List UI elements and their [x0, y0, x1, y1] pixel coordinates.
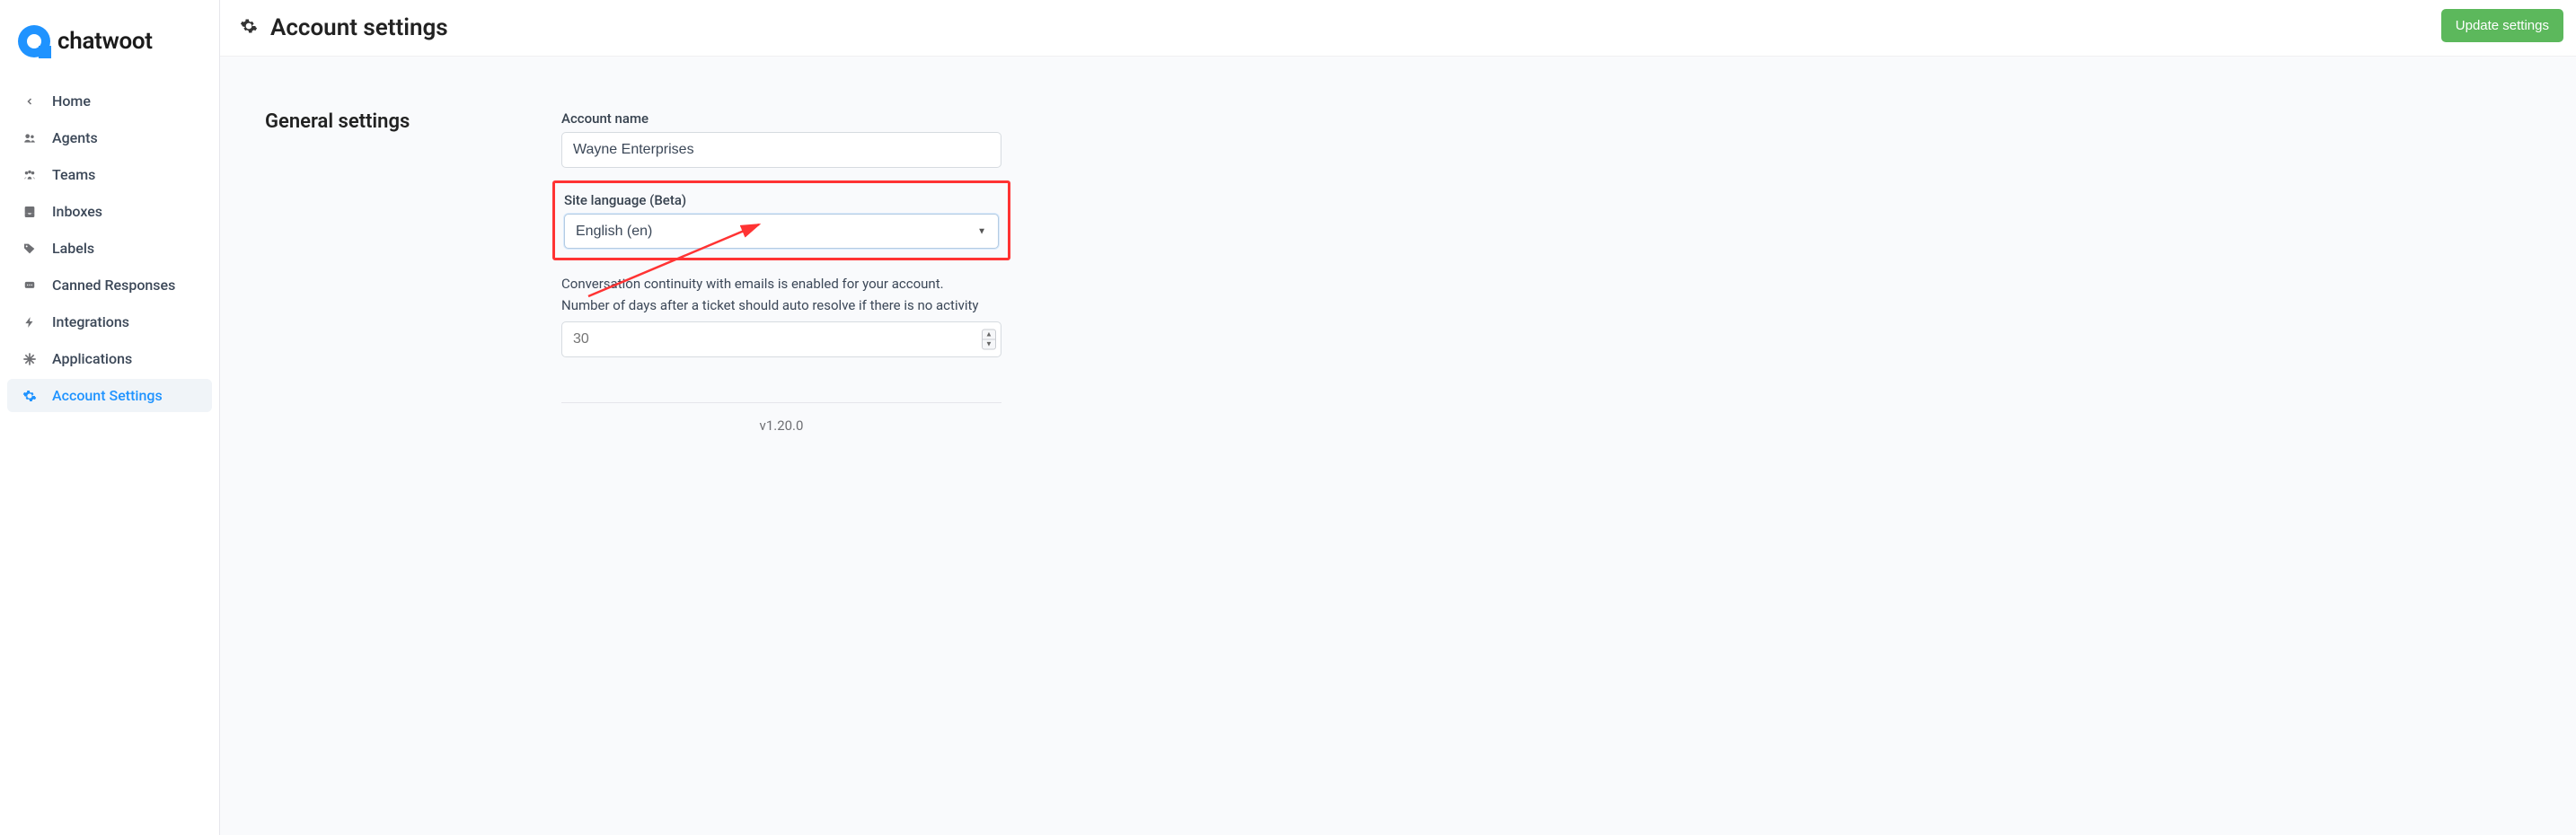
sidebar-item-label: Teams [52, 166, 95, 183]
topbar: Account settings [220, 0, 2576, 57]
version-text: v1.20.0 [760, 418, 804, 434]
sidebar-item-applications[interactable]: Applications [7, 342, 212, 375]
chevron-left-icon [20, 96, 40, 107]
sidebar-item-canned-responses[interactable]: Canned Responses [7, 268, 212, 302]
sidebar-item-account-settings[interactable]: Account Settings [7, 379, 212, 412]
language-highlight-annotation: Site language (Beta) English (en) ▼ [552, 180, 1010, 260]
update-settings-button[interactable]: Update settings [2441, 9, 2563, 42]
stepper-up-icon[interactable]: ▲ [983, 330, 995, 340]
gear-icon [20, 389, 40, 403]
page-title: Account settings [270, 14, 448, 41]
sidebar-item-label: Account Settings [52, 387, 163, 404]
sidebar-item-labels[interactable]: Labels [7, 232, 212, 265]
sidebar-item-label: Integrations [52, 313, 129, 330]
canned-icon [20, 279, 40, 292]
sidebar-item-label: Canned Responses [52, 277, 175, 294]
account-name-input[interactable] [561, 132, 1001, 168]
sidebar-item-label: Inboxes [52, 203, 102, 220]
site-language-label: Site language (Beta) [564, 192, 999, 208]
sidebar-item-inboxes[interactable]: Inboxes [7, 195, 212, 228]
gear-icon [240, 17, 258, 40]
auto-resolve-days-input[interactable] [561, 321, 1001, 357]
sidebar-item-label: Applications [52, 350, 132, 367]
sidebar-item-label: Agents [52, 129, 98, 146]
brand-name: chatwoot [57, 28, 153, 55]
number-stepper[interactable]: ▲ ▼ [982, 330, 996, 350]
teams-icon [20, 169, 40, 181]
continuity-info-text: Conversation continuity with emails is e… [561, 273, 1001, 316]
agents-icon [20, 132, 40, 145]
logo-mark-icon [18, 25, 50, 57]
sidebar-item-teams[interactable]: Teams [7, 158, 212, 191]
stepper-down-icon[interactable]: ▼ [983, 340, 995, 349]
sidebar-item-agents[interactable]: Agents [7, 121, 212, 154]
sidebar-item-label: Home [52, 92, 91, 110]
applications-icon [20, 352, 40, 366]
sidebar-item-home[interactable]: Home [7, 84, 212, 118]
brand-logo: chatwoot [0, 16, 219, 84]
integrations-icon [20, 314, 40, 330]
labels-icon [20, 242, 40, 256]
sidebar-item-label: Labels [52, 240, 94, 257]
sidebar-item-integrations[interactable]: Integrations [7, 305, 212, 338]
sidebar-nav: Home Agents Teams Inboxes [0, 84, 219, 412]
main-content: Account settings Update settings General… [220, 0, 2576, 835]
section-title: General settings [265, 110, 534, 133]
inboxes-icon [20, 205, 40, 219]
site-language-select[interactable]: English (en) [564, 214, 999, 249]
sidebar: chatwoot Home Agents Teams [0, 0, 220, 835]
account-name-label: Account name [561, 110, 1001, 127]
